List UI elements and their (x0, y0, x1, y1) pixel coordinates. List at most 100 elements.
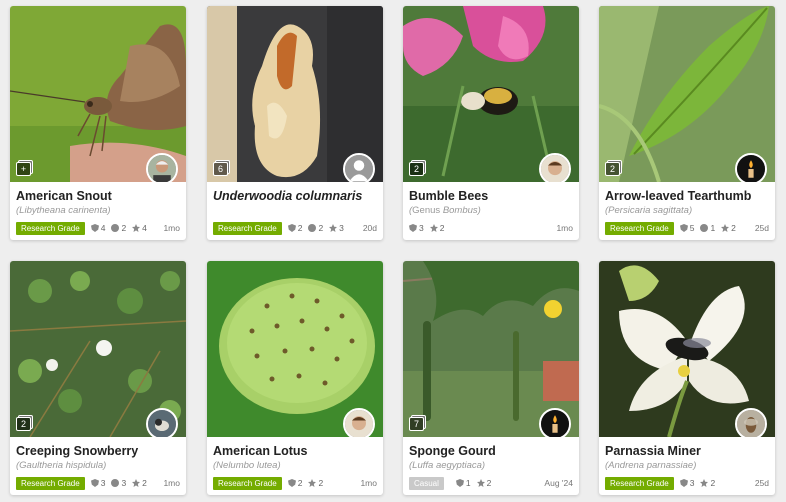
common-name[interactable]: Sponge Gourd (409, 443, 573, 459)
photo-count-badge: 2 (605, 162, 620, 176)
photo-count-badge: 2 (16, 417, 31, 431)
common-name[interactable]: Underwoodia columnaris (213, 188, 377, 204)
faves-count: 4 (132, 223, 147, 233)
observation-photo[interactable] (207, 261, 383, 437)
scientific-name: Gaultheria hispidula (19, 460, 104, 471)
observed-date: 25d (754, 223, 769, 233)
user-avatar[interactable] (146, 408, 178, 437)
observation-photo[interactable]: 6 (207, 6, 383, 182)
observed-date: 25d (754, 478, 769, 488)
comment-icon (308, 224, 317, 232)
quality-grade-badge: Research Grade (605, 476, 674, 490)
observation-photo[interactable]: 2 (10, 261, 186, 437)
user-avatar[interactable] (539, 408, 571, 437)
id-shield-icon (90, 479, 99, 487)
observed-date: 20d (362, 223, 377, 233)
user-avatar[interactable] (735, 408, 767, 437)
observation-photo[interactable]: + (10, 6, 186, 182)
comments-count: 2 (308, 223, 323, 233)
observation-card[interactable]: 7 Sponge Gourd (Luffa aegyptiaca) Casual… (403, 261, 579, 495)
observation-card[interactable]: 6 Underwoodia columnaris Research Grade … (207, 6, 383, 240)
photo-count-badge: 2 (409, 162, 424, 176)
star-icon (132, 224, 141, 232)
observation-photo[interactable]: 7 (403, 261, 579, 437)
scientific-name: Libytheana carinenta (19, 205, 108, 216)
quality-grade-badge: Research Grade (605, 221, 674, 235)
identifications-count: 2 (287, 478, 302, 488)
star-icon (308, 479, 317, 487)
identifications-count: 1 (455, 478, 471, 488)
observation-card[interactable]: 2 Creeping Snowberry (Gaultheria hispidu… (10, 261, 186, 495)
id-shield-icon (409, 224, 417, 232)
identifications-count: 3 (409, 223, 424, 233)
common-name[interactable]: American Snout (16, 188, 180, 204)
common-name[interactable]: Arrow-leaved Tearthumb (605, 188, 769, 204)
star-icon (132, 479, 141, 487)
observation-card[interactable]: 2 Bumble Bees (Genus Bombus) 3 2 1mo (403, 6, 579, 240)
observed-date: 1mo (556, 223, 573, 233)
user-avatar[interactable] (343, 153, 375, 182)
faves-count: 2 (132, 478, 147, 488)
scientific-name: Persicaria sagittata (608, 205, 689, 216)
scientific-name: Bombus (442, 205, 478, 216)
scientific-name: Andrena parnassiae (608, 460, 694, 471)
identifications-count: 2 (287, 223, 302, 233)
identifications-count: 3 (679, 478, 694, 488)
observed-date: 1mo (360, 478, 377, 488)
scientific-name: Luffa aegyptiaca (412, 460, 482, 471)
identifications-count: 4 (90, 223, 105, 233)
star-icon (700, 479, 709, 487)
comments-count: 3 (111, 478, 126, 488)
id-shield-icon (679, 479, 688, 487)
observation-card[interactable]: American Lotus (Nelumbo lutea) Research … (207, 261, 383, 495)
comment-icon (700, 224, 709, 232)
faves-count: 2 (308, 478, 323, 488)
observed-date: Aug '24 (544, 478, 573, 488)
observation-card[interactable]: 2 Arrow-leaved Tearthumb (Persicaria sag… (599, 6, 775, 240)
quality-grade-badge: Casual (409, 476, 444, 490)
observation-photo[interactable] (599, 261, 775, 437)
quality-grade-badge: Research Grade (213, 476, 282, 490)
observation-card[interactable]: + American Snout (Libytheana carinenta) … (10, 6, 186, 240)
observed-date: 1mo (163, 223, 180, 233)
identifications-count: 5 (679, 223, 694, 233)
faves-count: 2 (429, 223, 444, 233)
identifications-count: 3 (90, 478, 105, 488)
photo-count-badge: 6 (213, 162, 228, 176)
comment-icon (111, 479, 120, 487)
user-avatar[interactable] (539, 153, 571, 182)
star-icon (476, 479, 485, 487)
id-shield-icon (455, 479, 464, 487)
quality-grade-badge: Research Grade (16, 221, 85, 235)
photo-count-badge: 7 (409, 417, 424, 431)
quality-grade-badge: Research Grade (16, 476, 85, 490)
common-name[interactable]: Parnassia Miner (605, 443, 769, 459)
comment-icon (111, 224, 120, 232)
id-shield-icon (90, 224, 99, 232)
id-shield-icon (287, 479, 296, 487)
star-icon (721, 224, 730, 232)
comments-count: 1 (700, 223, 715, 233)
scientific-name: Nelumbo lutea (216, 460, 278, 471)
star-icon (329, 224, 338, 232)
observation-photo[interactable]: 2 (403, 6, 579, 182)
common-name[interactable]: American Lotus (213, 443, 377, 459)
observation-photo[interactable]: 2 (599, 6, 775, 182)
user-avatar[interactable] (735, 153, 767, 182)
photo-count-badge: + (16, 162, 31, 176)
common-name[interactable]: Bumble Bees (409, 188, 573, 204)
faves-count: 2 (476, 478, 491, 488)
observed-date: 1mo (163, 478, 180, 488)
faves-count: 2 (700, 478, 715, 488)
user-avatar[interactable] (343, 408, 375, 437)
id-shield-icon (679, 224, 688, 232)
quality-grade-badge: Research Grade (213, 221, 282, 235)
user-avatar[interactable] (146, 153, 178, 182)
star-icon (429, 224, 438, 232)
observation-grid: + American Snout (Libytheana carinenta) … (0, 0, 786, 502)
id-shield-icon (287, 224, 296, 232)
observation-card[interactable]: Parnassia Miner (Andrena parnassiae) Res… (599, 261, 775, 495)
comments-count: 2 (111, 223, 126, 233)
faves-count: 3 (329, 223, 344, 233)
common-name[interactable]: Creeping Snowberry (16, 443, 180, 459)
